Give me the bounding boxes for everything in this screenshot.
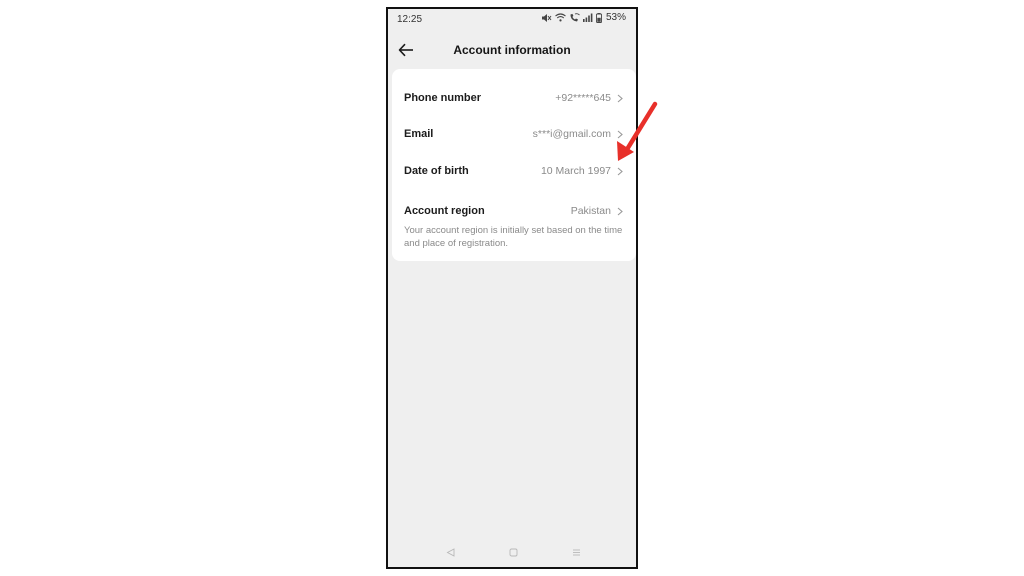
nav-home-button[interactable] [506, 545, 520, 559]
date-of-birth-label: Date of birth [404, 165, 469, 177]
wifi-calling-icon [570, 12, 580, 21]
signal-icon [582, 13, 593, 22]
page-title: Account information [453, 43, 571, 57]
account-region-label: Account region [404, 205, 485, 217]
chevron-right-icon [616, 206, 624, 216]
account-region-note: Your account region is initially set bas… [404, 225, 623, 249]
chevron-right-icon [616, 166, 624, 176]
status-icons: 53% [541, 12, 626, 23]
battery-percentage: 53% [605, 12, 626, 23]
phone-number-row[interactable]: Phone number +92*****645 [392, 80, 636, 116]
nav-recents-button[interactable] [569, 545, 583, 559]
mute-icon [541, 13, 552, 22]
nav-back-button[interactable] [443, 545, 457, 559]
email-row[interactable]: Email s***i@gmail.com [392, 116, 636, 152]
account-region-value: Pakistan [570, 205, 611, 217]
wifi-icon [555, 13, 566, 22]
email-value: s***i@gmail.com [532, 128, 611, 140]
red-arrow-annotation [617, 101, 658, 161]
date-of-birth-value: 10 March 1997 [540, 165, 611, 177]
nav-recents-icon [572, 549, 580, 555]
battery-icon [596, 12, 602, 23]
status-time: 12:25 [397, 14, 423, 25]
app-header: Account information [388, 37, 636, 63]
system-nav-bar [388, 537, 636, 567]
status-bar: 12:25 53% [388, 9, 636, 31]
date-of-birth-row[interactable]: Date of birth 10 March 1997 [392, 153, 636, 189]
account-info-card: Phone number +92*****645 Email s***i@gma… [392, 69, 636, 261]
nav-home-icon [509, 548, 517, 556]
phone-number-value: +92*****645 [555, 92, 611, 104]
phone-screen: 12:25 53% Account information Phone numb… [386, 7, 638, 569]
nav-back-icon [446, 547, 454, 557]
email-label: Email [404, 128, 434, 140]
phone-number-label: Phone number [404, 92, 482, 104]
